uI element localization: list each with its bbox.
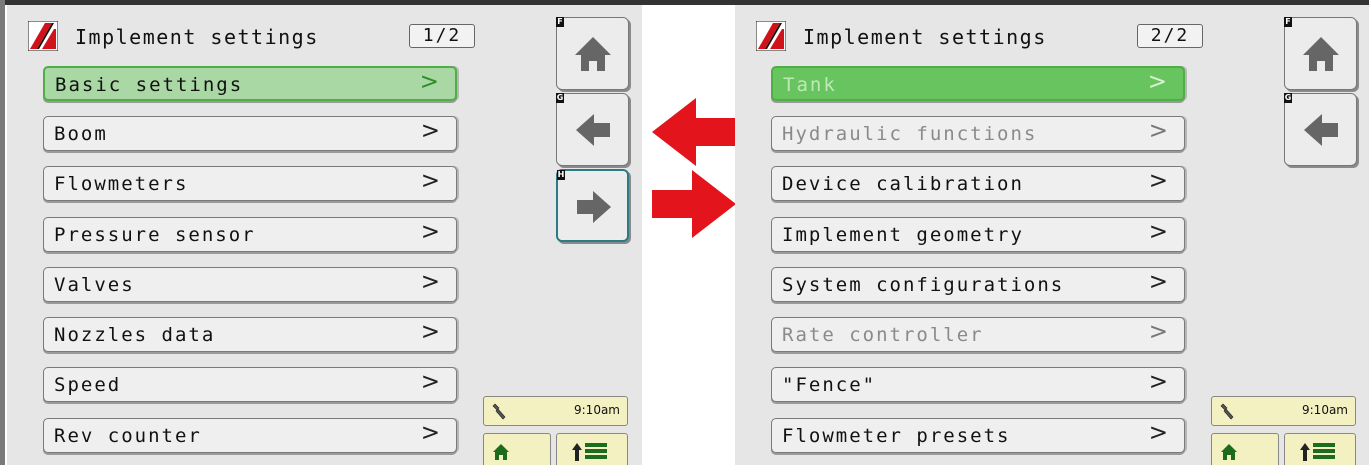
- menu-item-label: Boom: [54, 123, 108, 145]
- home-button[interactable]: F: [556, 17, 629, 90]
- back-button[interactable]: G: [1284, 93, 1357, 166]
- menu-item-label: Tank: [783, 74, 837, 96]
- menu-item-pressure-sensor[interactable]: Pressure sensor >: [43, 217, 457, 252]
- menu-item-label: Pressure sensor: [54, 224, 256, 246]
- softkey-g-label: G: [556, 93, 564, 103]
- screen-header: Implement settings 1/2: [7, 5, 487, 63]
- chevron-right-icon: >: [420, 269, 440, 295]
- chevron-right-icon: >: [420, 219, 440, 245]
- menu-item-hydraulic-functions[interactable]: Hydraulic functions >: [771, 116, 1185, 151]
- chevron-right-icon: >: [420, 420, 440, 446]
- menu-item-label: System configurations: [782, 274, 1065, 296]
- page-indicator: 2/2: [1137, 24, 1203, 48]
- next-page-button[interactable]: H: [556, 169, 629, 242]
- chevron-right-icon: >: [1148, 219, 1168, 245]
- mini-home-button[interactable]: [1211, 433, 1279, 465]
- menu-item-system-configurations[interactable]: System configurations >: [771, 267, 1185, 302]
- chevron-right-icon: >: [1147, 69, 1167, 95]
- page-indicator: 1/2: [409, 24, 475, 48]
- left-border: [0, 0, 5, 465]
- home-icon: [493, 444, 509, 460]
- menu-item-label: Basic settings: [55, 74, 244, 96]
- menu-item-nozzles-data[interactable]: Nozzles data >: [43, 317, 457, 352]
- chevron-right-icon: >: [420, 118, 440, 144]
- menu-item-implement-geometry[interactable]: Implement geometry >: [771, 217, 1185, 252]
- menu-item-label: Implement geometry: [782, 224, 1024, 246]
- menu-item-rev-counter[interactable]: Rev counter >: [43, 418, 457, 453]
- menu-item-label: Hydraulic functions: [782, 123, 1038, 145]
- chevron-right-icon: >: [419, 69, 439, 95]
- menu-item-fence[interactable]: "Fence" >: [771, 367, 1185, 402]
- menu-item-label: Speed: [54, 374, 122, 396]
- status-bar: 9:10am: [483, 396, 628, 426]
- menu-item-speed[interactable]: Speed >: [43, 367, 457, 402]
- menu-item-label: Nozzles data: [54, 324, 216, 346]
- chevron-right-icon: >: [1148, 420, 1168, 446]
- menu-item-label: Device calibration: [782, 173, 1024, 195]
- arrow-left-icon: [652, 98, 736, 166]
- menu-item-flowmeter-presets[interactable]: Flowmeter presets >: [771, 418, 1185, 453]
- home-icon: [1303, 37, 1339, 71]
- menu-item-label: Rev counter: [54, 425, 202, 447]
- mini-home-button[interactable]: [483, 433, 551, 465]
- menu-item-label: Flowmeters: [54, 173, 189, 195]
- chevron-right-icon: >: [420, 369, 440, 395]
- menu-item-label: "Fence": [782, 374, 877, 396]
- clock-time: 9:10am: [1302, 403, 1348, 417]
- implement-settings-screen-page-1: Implement settings 1/2 Basic settings > …: [7, 5, 642, 465]
- menu-item-label: Rate controller: [782, 324, 984, 346]
- arrow-left-icon: [576, 114, 610, 146]
- arrow-right-icon: [652, 170, 736, 238]
- brand-logo-icon: [756, 21, 786, 51]
- menu-item-label: Flowmeter presets: [782, 425, 1011, 447]
- chevron-right-icon: >: [420, 168, 440, 194]
- home-icon: [1221, 444, 1237, 460]
- status-bar: 9:10am: [1211, 396, 1356, 426]
- softkey-g-label: G: [1284, 93, 1292, 103]
- chevron-right-icon: >: [1148, 319, 1168, 345]
- implement-settings-screen-page-2: Implement settings 2/2 Tank > Hydraulic …: [735, 5, 1369, 465]
- menu-item-device-calibration[interactable]: Device calibration >: [771, 166, 1185, 201]
- menu-item-flowmeters[interactable]: Flowmeters >: [43, 166, 457, 201]
- menu-item-boom[interactable]: Boom >: [43, 116, 457, 151]
- arrow-right-icon: [577, 191, 611, 223]
- up-list-icon: [1300, 443, 1335, 461]
- up-list-icon: [572, 443, 607, 461]
- chevron-right-icon: >: [420, 319, 440, 345]
- menu-item-rate-controller[interactable]: Rate controller >: [771, 317, 1185, 352]
- screen-header: Implement settings 2/2: [735, 5, 1215, 63]
- chevron-right-icon: >: [1148, 118, 1168, 144]
- menu-item-tank[interactable]: Tank >: [771, 66, 1185, 101]
- home-icon: [575, 37, 611, 71]
- back-button[interactable]: G: [556, 93, 629, 166]
- softkey-h-label: H: [557, 170, 565, 180]
- brand-logo-icon: [28, 21, 58, 51]
- wrench-icon: [1220, 403, 1234, 420]
- menu-item-label: Valves: [54, 274, 135, 296]
- up-list-button[interactable]: [1284, 433, 1356, 465]
- chevron-right-icon: >: [1148, 269, 1168, 295]
- menu-item-valves[interactable]: Valves >: [43, 267, 457, 302]
- clock-time: 9:10am: [574, 403, 620, 417]
- menu-item-basic-settings[interactable]: Basic settings >: [43, 66, 457, 101]
- chevron-right-icon: >: [1148, 369, 1168, 395]
- wrench-icon: [492, 403, 506, 420]
- softkey-f-label: F: [556, 17, 564, 27]
- page-title: Implement settings: [75, 25, 319, 49]
- chevron-right-icon: >: [1148, 168, 1168, 194]
- up-list-button[interactable]: [556, 433, 628, 465]
- home-button[interactable]: F: [1284, 17, 1357, 90]
- page-title: Implement settings: [803, 25, 1047, 49]
- softkey-f-label: F: [1284, 17, 1292, 27]
- arrow-left-icon: [1304, 114, 1338, 146]
